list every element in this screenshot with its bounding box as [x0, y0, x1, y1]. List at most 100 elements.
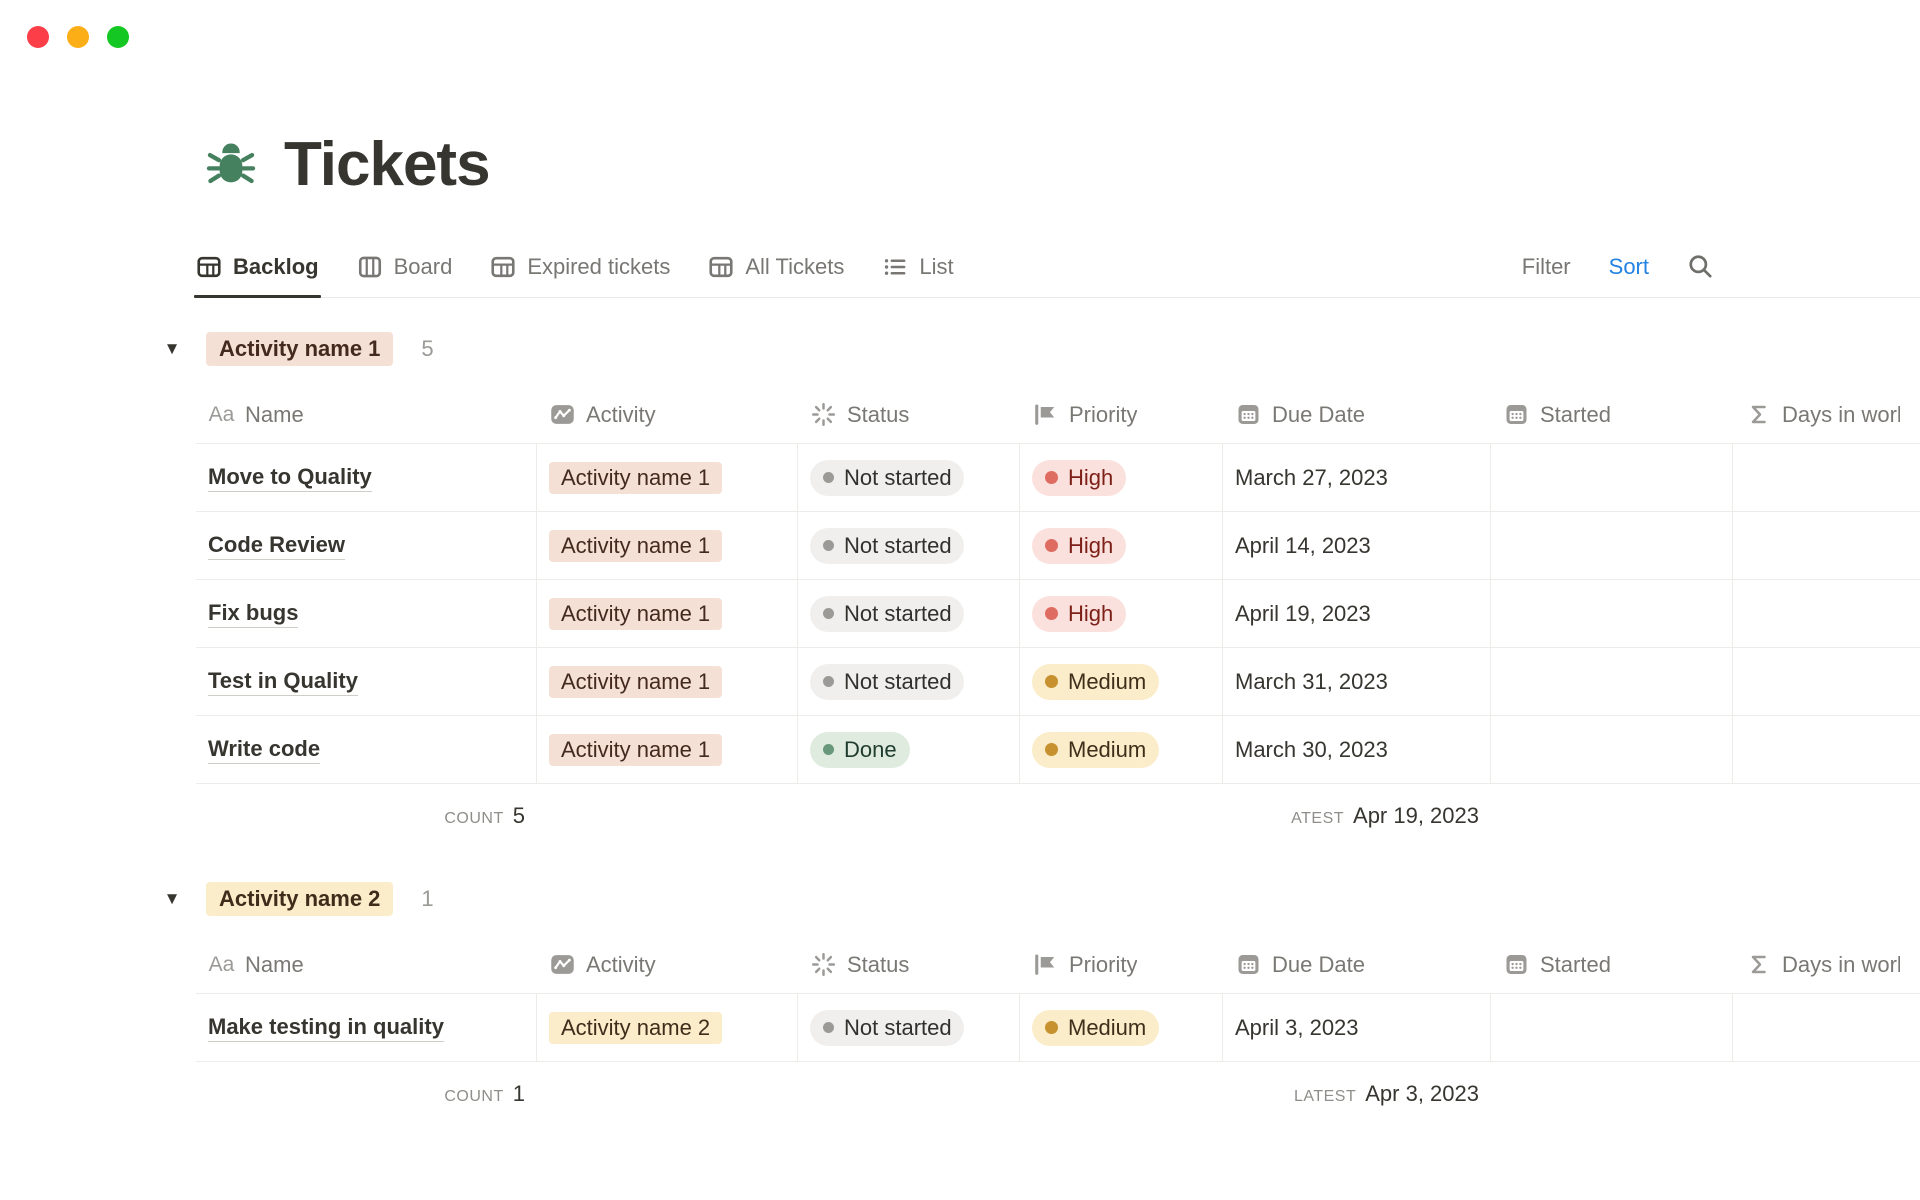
activity-cell[interactable]: Activity name 2 [537, 994, 798, 1061]
group-header: ▼ Activity name 2 1 [162, 882, 1920, 916]
priority-cell[interactable]: Medium [1020, 648, 1223, 715]
column-header-due-date[interactable]: Due Date [1223, 386, 1491, 443]
priority-pill: High [1032, 528, 1126, 564]
started-cell[interactable] [1491, 512, 1733, 579]
table-row[interactable]: Test in Quality Activity name 1 Not star… [196, 648, 1920, 716]
name-cell[interactable]: Move to Quality [196, 444, 537, 511]
status-cell[interactable]: Not started [798, 648, 1020, 715]
activity-cell[interactable]: Activity name 1 [537, 512, 798, 579]
column-header-due-date[interactable]: Due Date [1223, 936, 1491, 993]
calendar-icon [1503, 951, 1530, 978]
name-cell[interactable]: Make testing in quality [196, 994, 537, 1061]
column-header-name[interactable]: Aa Name [196, 386, 537, 443]
days-in-work-cell[interactable] [1733, 648, 1920, 715]
status-cell[interactable]: Done [798, 716, 1020, 783]
days-in-work-cell[interactable] [1733, 512, 1920, 579]
due-date-cell[interactable]: March 27, 2023 [1223, 444, 1491, 511]
groups-container: ▼ Activity name 1 5 Aa Name Activity Sta… [196, 332, 1920, 1126]
tab-list[interactable]: List [882, 236, 953, 297]
table-row[interactable]: Make testing in quality Activity name 2 … [196, 994, 1920, 1062]
status-cell[interactable]: Not started [798, 994, 1020, 1061]
column-header-started[interactable]: Started [1491, 386, 1733, 443]
due-date-cell[interactable]: April 19, 2023 [1223, 580, 1491, 647]
activity-icon [549, 401, 576, 428]
priority-cell[interactable]: Medium [1020, 994, 1223, 1061]
tab-all-tickets[interactable]: All Tickets [708, 236, 844, 297]
column-header-name[interactable]: Aa Name [196, 936, 537, 993]
started-cell[interactable] [1491, 580, 1733, 647]
activity-tag: Activity name 1 [549, 462, 722, 494]
due-date-cell[interactable]: March 30, 2023 [1223, 716, 1491, 783]
status-pill: Not started [810, 664, 964, 700]
sort-button[interactable]: Sort [1609, 254, 1649, 280]
search-icon[interactable] [1687, 253, 1714, 280]
window-controls [27, 26, 129, 48]
started-cell[interactable] [1491, 648, 1733, 715]
started-cell[interactable] [1491, 716, 1733, 783]
group-section: ▼ Activity name 1 5 Aa Name Activity Sta… [196, 332, 1920, 848]
collapse-toggle-icon[interactable]: ▼ [162, 889, 182, 909]
latest-aggregate[interactable]: LATESTApr 3, 2023 [1223, 1062, 1491, 1126]
column-header-priority[interactable]: Priority [1020, 386, 1223, 443]
column-header-days-in-work[interactable]: Days in work [1733, 386, 1920, 443]
table-row[interactable]: Write code Activity name 1 Done Medium M… [196, 716, 1920, 784]
started-cell[interactable] [1491, 444, 1733, 511]
priority-cell[interactable]: Medium [1020, 716, 1223, 783]
status-pill: Done [810, 732, 910, 768]
table-row[interactable]: Code Review Activity name 1 Not started … [196, 512, 1920, 580]
text-icon: Aa [208, 951, 235, 978]
column-header-priority[interactable]: Priority [1020, 936, 1223, 993]
group-count: 5 [421, 336, 433, 362]
latest-aggregate[interactable]: ATESTApr 19, 2023 [1223, 784, 1491, 848]
due-date-cell[interactable]: March 31, 2023 [1223, 648, 1491, 715]
activity-cell[interactable]: Activity name 1 [537, 716, 798, 783]
days-in-work-cell[interactable] [1733, 444, 1920, 511]
status-cell[interactable]: Not started [798, 444, 1020, 511]
page-title-row: Tickets [202, 0, 1920, 198]
column-header-status[interactable]: Status [798, 386, 1020, 443]
started-cell[interactable] [1491, 994, 1733, 1061]
name-cell[interactable]: Code Review [196, 512, 537, 579]
activity-cell[interactable]: Activity name 1 [537, 580, 798, 647]
tab-backlog[interactable]: Backlog [196, 236, 319, 297]
minimize-button[interactable] [67, 26, 89, 48]
table-body: Make testing in quality Activity name 2 … [196, 994, 1920, 1062]
calendar-icon [1235, 401, 1262, 428]
priority-cell[interactable]: High [1020, 444, 1223, 511]
zoom-button[interactable] [107, 26, 129, 48]
view-tab-bar: Backlog Board Expired tickets All Ticket… [196, 236, 1920, 298]
days-in-work-cell[interactable] [1733, 580, 1920, 647]
priority-pill: Medium [1032, 1010, 1159, 1046]
due-date-cell[interactable]: April 14, 2023 [1223, 512, 1491, 579]
column-header-days-in-work[interactable]: Days in work [1733, 936, 1920, 993]
table-row[interactable]: Fix bugs Activity name 1 Not started Hig… [196, 580, 1920, 648]
flag-icon [1032, 951, 1059, 978]
activity-cell[interactable]: Activity name 1 [537, 444, 798, 511]
status-cell[interactable]: Not started [798, 580, 1020, 647]
column-header-activity[interactable]: Activity [537, 936, 798, 993]
tab-expired-tickets[interactable]: Expired tickets [490, 236, 670, 297]
group-name-pill[interactable]: Activity name 2 [206, 882, 393, 916]
name-cell[interactable]: Fix bugs [196, 580, 537, 647]
days-in-work-cell[interactable] [1733, 994, 1920, 1061]
name-cell[interactable]: Test in Quality [196, 648, 537, 715]
close-button[interactable] [27, 26, 49, 48]
activity-cell[interactable]: Activity name 1 [537, 648, 798, 715]
priority-cell[interactable]: High [1020, 580, 1223, 647]
table-row[interactable]: Move to Quality Activity name 1 Not star… [196, 444, 1920, 512]
priority-cell[interactable]: High [1020, 512, 1223, 579]
group-name-pill[interactable]: Activity name 1 [206, 332, 393, 366]
count-aggregate[interactable]: COUNT1 [196, 1062, 537, 1126]
name-cell[interactable]: Write code [196, 716, 537, 783]
column-header-status[interactable]: Status [798, 936, 1020, 993]
filter-button[interactable]: Filter [1522, 254, 1571, 280]
count-aggregate[interactable]: COUNT5 [196, 784, 537, 848]
due-date-cell[interactable]: April 3, 2023 [1223, 994, 1491, 1061]
days-in-work-cell[interactable] [1733, 716, 1920, 783]
column-header-activity[interactable]: Activity [537, 386, 798, 443]
bug-icon[interactable] [202, 136, 260, 194]
column-header-started[interactable]: Started [1491, 936, 1733, 993]
collapse-toggle-icon[interactable]: ▼ [162, 339, 182, 359]
tab-board[interactable]: Board [357, 236, 453, 297]
status-cell[interactable]: Not started [798, 512, 1020, 579]
